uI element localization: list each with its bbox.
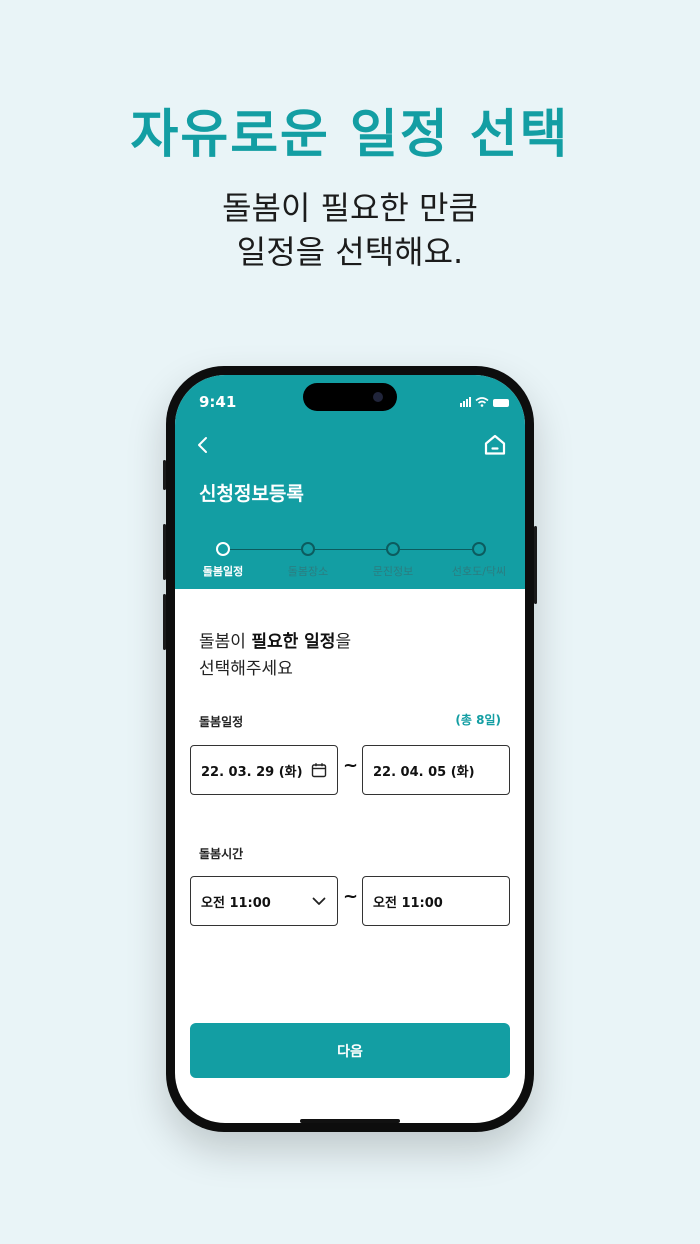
start-date-value: 22. 03. 29 (화)	[201, 764, 303, 780]
schedule-label: 돌봄일정	[199, 715, 244, 729]
guide-line2: 선택해주세요	[199, 659, 293, 679]
end-time-value: 오전 11:00	[373, 895, 443, 911]
next-button[interactable]: 다음	[190, 1023, 510, 1078]
battery-icon	[493, 399, 509, 407]
time-label: 돌봄시간	[199, 847, 244, 861]
end-date-field[interactable]: 22. 04. 05 (화)	[362, 745, 510, 795]
step-schedule: 돌봄일정	[183, 541, 263, 579]
promo-subline: 돌봄이 필요한 만큼 일정을 선택해요.	[0, 186, 700, 274]
promo-subline-1: 돌봄이 필요한 만큼	[222, 189, 478, 227]
phone-power-button	[534, 526, 537, 604]
start-time-value: 오전 11:00	[201, 895, 271, 911]
guide-text: 돌봄이 필요한 일정을 선택해주세요	[199, 629, 351, 683]
progress-stepper: 돌봄일정 돌봄장소 문진정보 선호도/닥씨	[175, 541, 525, 581]
wifi-icon	[475, 397, 489, 407]
step-dot	[216, 542, 230, 556]
dynamic-island	[303, 383, 397, 411]
end-date-value: 22. 04. 05 (화)	[373, 764, 475, 780]
page-title: 신청정보등록	[199, 483, 304, 505]
guide-part1: 돌봄이	[199, 632, 252, 652]
total-days-badge: (총 8일)	[455, 713, 501, 727]
step-dot	[386, 542, 400, 556]
step-preference: 선호도/닥씨	[439, 541, 519, 579]
status-icons	[460, 397, 509, 407]
calendar-icon[interactable]	[311, 762, 327, 778]
step-health-info: 문진정보	[353, 541, 433, 579]
signal-icon	[460, 397, 471, 407]
phone-mute-switch	[163, 460, 166, 490]
step-dot	[301, 542, 315, 556]
promo-subline-2: 일정을 선택해요.	[236, 233, 464, 271]
home-indicator	[300, 1119, 400, 1123]
step-label: 선호도/닥씨	[451, 565, 507, 578]
step-location: 돌봄장소	[268, 541, 348, 579]
back-button[interactable]	[193, 435, 213, 455]
start-time-select[interactable]: 오전 11:00	[190, 876, 338, 926]
phone-volume-up	[163, 524, 166, 580]
phone-frame: 9:41 신청정보등록 돌봄일정 돌봄장소 문진정보 선호도/닥씨 돌봄이 필요…	[163, 366, 537, 1132]
step-dot	[472, 542, 486, 556]
status-time: 9:41	[199, 393, 237, 411]
chevron-down-icon	[312, 897, 326, 905]
promo-headline: 자유로운 일정 선택	[130, 105, 570, 165]
step-label: 돌봄일정	[202, 565, 244, 578]
step-label: 돌봄장소	[287, 565, 329, 578]
home-button[interactable]	[483, 433, 507, 457]
step-label: 문진정보	[372, 565, 414, 578]
phone-volume-down	[163, 594, 166, 650]
end-time-field[interactable]: 오전 11:00	[362, 876, 510, 926]
start-date-field[interactable]: 22. 03. 29 (화)	[190, 745, 338, 795]
time-range-separator: ~	[343, 886, 359, 907]
guide-part2: 을	[335, 632, 352, 652]
date-range-separator: ~	[343, 755, 359, 776]
guide-bold: 필요한 일정	[251, 632, 336, 652]
camera-icon	[373, 392, 383, 402]
app-screen: 9:41 신청정보등록 돌봄일정 돌봄장소 문진정보 선호도/닥씨 돌봄이 필요…	[175, 375, 525, 1123]
